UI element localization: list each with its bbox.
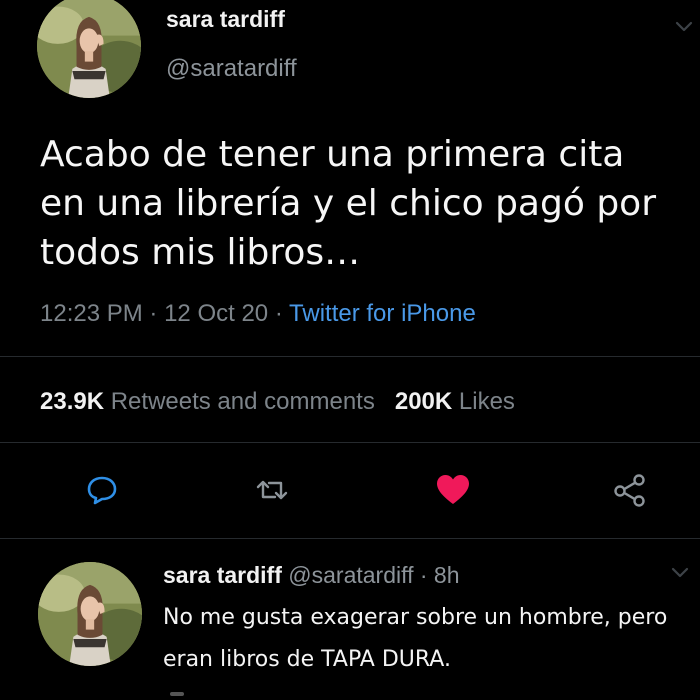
reply-handle[interactable]: @saratardiff [288,562,413,588]
avatar[interactable] [37,0,141,98]
retweet-icon [256,480,288,500]
share-icon [614,474,645,507]
reply-button[interactable] [82,470,122,510]
profile-photo [37,0,141,98]
tweet-source-link[interactable]: Twitter for iPhone [289,300,476,327]
likes-stat[interactable]: 200K Likes [395,388,515,415]
likes-label: Likes [458,388,515,415]
reply-display-name[interactable]: sara tardiff [163,562,282,588]
share-button[interactable] [610,470,650,510]
tweet-time[interactable]: 12:23 PM [40,300,143,327]
reply-avatar[interactable] [38,562,142,666]
likes-count: 200K [394,388,453,415]
divider [0,442,700,443]
profile-photo [38,562,142,666]
retweets-label: Retweets and comments [110,388,375,415]
tweet-metadata: 12:23 PM · 12 Oct 20 · Twitter for iPhon… [40,300,476,328]
reply-text: No me gusta exagerar sobre un hombre, pe… [163,605,668,672]
display-name[interactable]: sara tardiff [166,6,285,33]
divider [0,538,700,539]
retweets-stat[interactable]: 23.9K Retweets and comments [40,388,375,415]
meta-separator: · [274,300,283,327]
tweet-date[interactable]: 12 Oct 20 [164,300,268,327]
reply-bubble-icon [87,476,117,505]
like-button[interactable] [433,470,473,510]
tweet-text: Acabo de tener una primera cita en una l… [40,134,656,273]
chevron-down-icon[interactable] [668,560,692,584]
cut-off-icon [170,692,184,696]
retweets-count: 23.9K [40,388,105,415]
meta-separator: · [149,300,158,327]
reply-age[interactable]: 8h [434,562,460,588]
divider [0,356,700,357]
username-handle[interactable]: @saratardiff [166,55,297,83]
meta-separator: · [419,562,428,588]
chevron-down-icon[interactable] [672,14,696,38]
reply-header: sara tardiff @saratardiff · 8h [163,562,460,589]
retweet-button[interactable] [252,470,292,510]
engagement-stats: 23.9K Retweets and comments 200K Likes [40,388,515,416]
heart-icon [437,475,469,504]
